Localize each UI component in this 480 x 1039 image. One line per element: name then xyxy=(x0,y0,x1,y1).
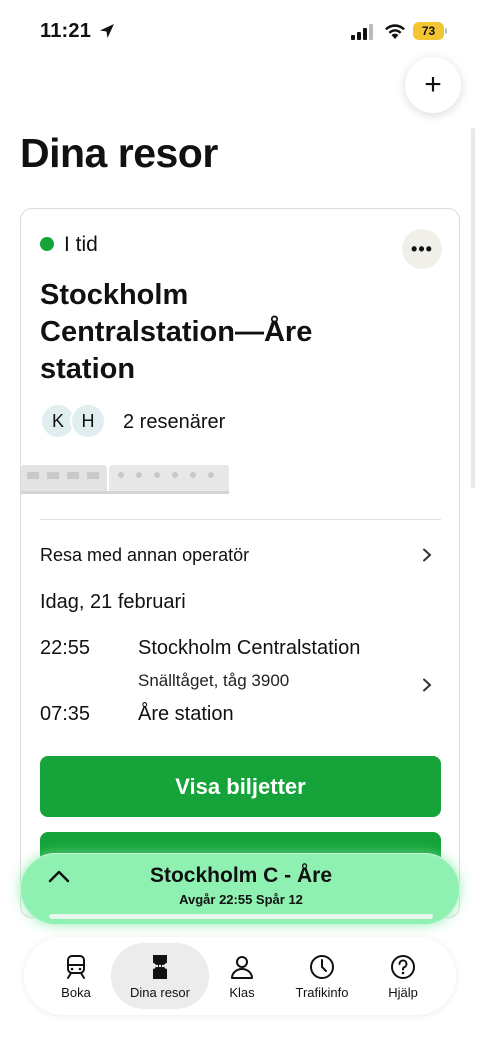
status-bar: 11:21 73 xyxy=(0,0,480,62)
current-trip-title: Stockholm C - Åre xyxy=(149,864,333,887)
trip-date: Idag, 21 februari xyxy=(40,591,186,613)
trip-status: I tid xyxy=(64,233,98,256)
tab-klas[interactable]: Klas xyxy=(200,943,284,1009)
battery-level: 73 xyxy=(421,24,436,38)
ticket-icon xyxy=(153,955,167,979)
current-trip-banner[interactable]: Stockholm C - Åre Avgår 22:55 Spår 12 xyxy=(20,853,460,925)
departure-time: 22:55 xyxy=(40,637,91,659)
page-title: Dina resor xyxy=(20,130,218,176)
wifi-icon xyxy=(385,24,405,39)
show-tickets-button[interactable]: Visa biljetter xyxy=(40,756,441,817)
clock-icon xyxy=(310,955,334,979)
train-info: Snälltåget, tåg 3900 xyxy=(138,671,290,690)
operator-info-row[interactable]: Resa med annan operatör xyxy=(40,543,441,567)
ellipsis-icon: ••• xyxy=(411,238,433,259)
plus-icon: + xyxy=(424,68,442,101)
operator-note: Resa med annan operatör xyxy=(40,545,250,565)
tab-label: Dina resor xyxy=(130,985,190,1000)
train-illustration xyxy=(21,465,229,494)
current-trip-subtitle: Avgår 22:55 Spår 12 xyxy=(179,892,303,907)
chevron-right-icon[interactable] xyxy=(421,678,433,692)
arrival-time: 07:35 xyxy=(40,703,91,725)
divider xyxy=(40,519,441,520)
status-dot-icon xyxy=(40,237,54,251)
trip-progress-bar xyxy=(49,914,433,919)
tab-dina-resor[interactable]: Dina resor xyxy=(111,943,209,1009)
chevron-right-icon xyxy=(421,548,433,562)
tab-label: Klas xyxy=(229,985,255,1000)
avatar: H xyxy=(70,403,106,439)
cellular-signal-icon xyxy=(351,24,373,40)
more-options-button[interactable]: ••• xyxy=(402,229,442,269)
person-icon xyxy=(231,956,253,979)
tab-label: Hjälp xyxy=(388,985,418,1000)
route-title: Stockholm Centralstation—Åre station xyxy=(40,279,313,385)
tab-label: Boka xyxy=(61,985,91,1000)
train-icon xyxy=(67,955,85,979)
tab-boka[interactable]: Boka xyxy=(34,943,118,1009)
passenger-avatars: K H xyxy=(40,403,120,443)
tab-bar: Boka Dina resor Klas Trafikinfo Hjälp xyxy=(24,937,456,1015)
scroll-indicator xyxy=(471,128,475,488)
add-trip-button[interactable]: + xyxy=(405,57,461,113)
status-time: 11:21 xyxy=(40,20,92,42)
location-arrow-icon xyxy=(100,24,114,38)
tab-trafikinfo[interactable]: Trafikinfo xyxy=(280,943,364,1009)
help-icon xyxy=(391,955,415,979)
tab-hjalp[interactable]: Hjälp xyxy=(361,943,445,1009)
departure-station: Stockholm Centralstation xyxy=(138,637,361,659)
arrival-station: Åre station xyxy=(138,703,234,725)
battery-icon: 73 xyxy=(413,22,447,40)
passenger-count: 2 resenärer xyxy=(123,411,226,433)
trip-card[interactable]: I tid ••• Stockholm Centralstation—Åre s… xyxy=(20,208,460,918)
tab-label: Trafikinfo xyxy=(295,985,349,1000)
